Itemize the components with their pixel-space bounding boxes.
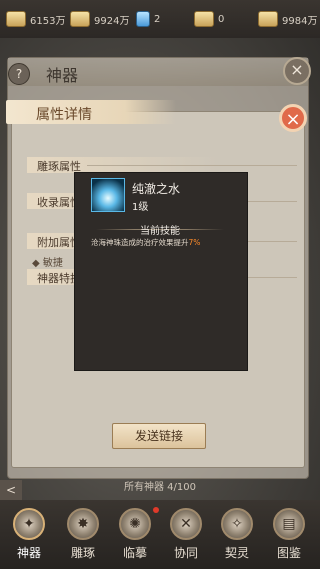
nav-item-contract[interactable]: ✧ 契灵 [212,504,262,566]
attribute-agility-label: 敏捷 [42,258,63,269]
nav-item-carve[interactable]: ✸ 雕琢 [58,504,108,566]
nav-glyph: ✺ [129,516,141,532]
divider [87,165,297,166]
resource-item[interactable]: 9984万 [258,10,317,28]
skill-description: 沧海神珠造成的治疗效果提升7% [91,237,200,248]
nav-glyph: ▤ [282,516,296,532]
resource-value: 2 [154,13,161,25]
carve-icon: ✸ [67,508,99,540]
synergy-icon: ✕ [170,508,202,540]
copy-icon: ✺ [119,508,151,540]
nav-glyph: ✦ [23,516,35,532]
resource-item[interactable]: 9924万 [70,10,129,28]
artifact-panel-header: 神器 [8,58,308,86]
section-carve-attributes: 雕琢属性 [27,157,297,173]
detail-close-button[interactable]: × [279,104,307,132]
modal-title: 属性详情 [36,107,92,123]
codex-icon: ▤ [273,508,305,540]
current-skill-heading: 当前技能 [140,226,180,237]
contract-icon: ✧ [221,508,253,540]
attribute-agility: ◆ 敏捷 [32,258,63,269]
notification-dot [153,507,159,513]
nav-item-synergy[interactable]: ✕ 协同 [161,504,211,566]
ingot-icon [6,11,26,27]
artifact-icon: ✦ [13,508,45,540]
resource-value: 9984万 [282,15,318,27]
resource-item[interactable]: 2 [136,10,160,28]
resource-item[interactable]: 0 [194,10,224,28]
ingot-icon [70,11,90,27]
nav-item-copy[interactable]: ✺ 临摹 [110,504,160,566]
water-skill-icon [91,178,125,212]
nav-glyph: ✕ [180,516,192,532]
resource-item[interactable]: 6153万 [6,10,65,28]
skill-level: 1级 [132,202,149,213]
skill-description-text: 沧海神珠造成的治疗效果提升 [91,238,189,247]
resource-value: 0 [218,13,225,25]
nav-label: 雕琢 [70,546,95,560]
ingot-icon [258,11,278,27]
ingot-icon [194,11,214,27]
nav-label: 神器 [16,546,41,560]
nav-glyph: ✧ [231,516,243,532]
resource-value: 9924万 [94,15,130,27]
crystal-icon [136,11,150,27]
nav-glyph: ✸ [77,516,89,532]
bottom-nav: ✦ 神器 ✸ 雕琢 ✺ 临摹 ✕ 协同 ✧ 契灵 ▤ 图鉴 [0,500,320,569]
artifact-count: 所有神器 4/100 [124,482,196,493]
artifact-close-button[interactable]: × [283,57,311,85]
send-link-button[interactable]: 发送链接 [112,423,206,449]
nav-label: 契灵 [224,546,249,560]
nav-item-artifact[interactable]: ✦ 神器 [4,504,54,566]
resource-bar: 6153万 9924万 2 0 9984万 [0,0,320,38]
nav-label: 临摹 [122,546,147,560]
help-button[interactable]: ? [8,63,30,85]
nav-label: 图鉴 [276,546,301,560]
nav-label: 协同 [173,546,198,560]
artifact-panel-title: 神器 [46,66,79,85]
nav-item-codex[interactable]: ▤ 图鉴 [264,504,314,566]
resource-value: 6153万 [30,15,66,27]
skill-description-value: 7% [188,238,201,247]
skill-name: 纯澈之水 [132,182,181,196]
